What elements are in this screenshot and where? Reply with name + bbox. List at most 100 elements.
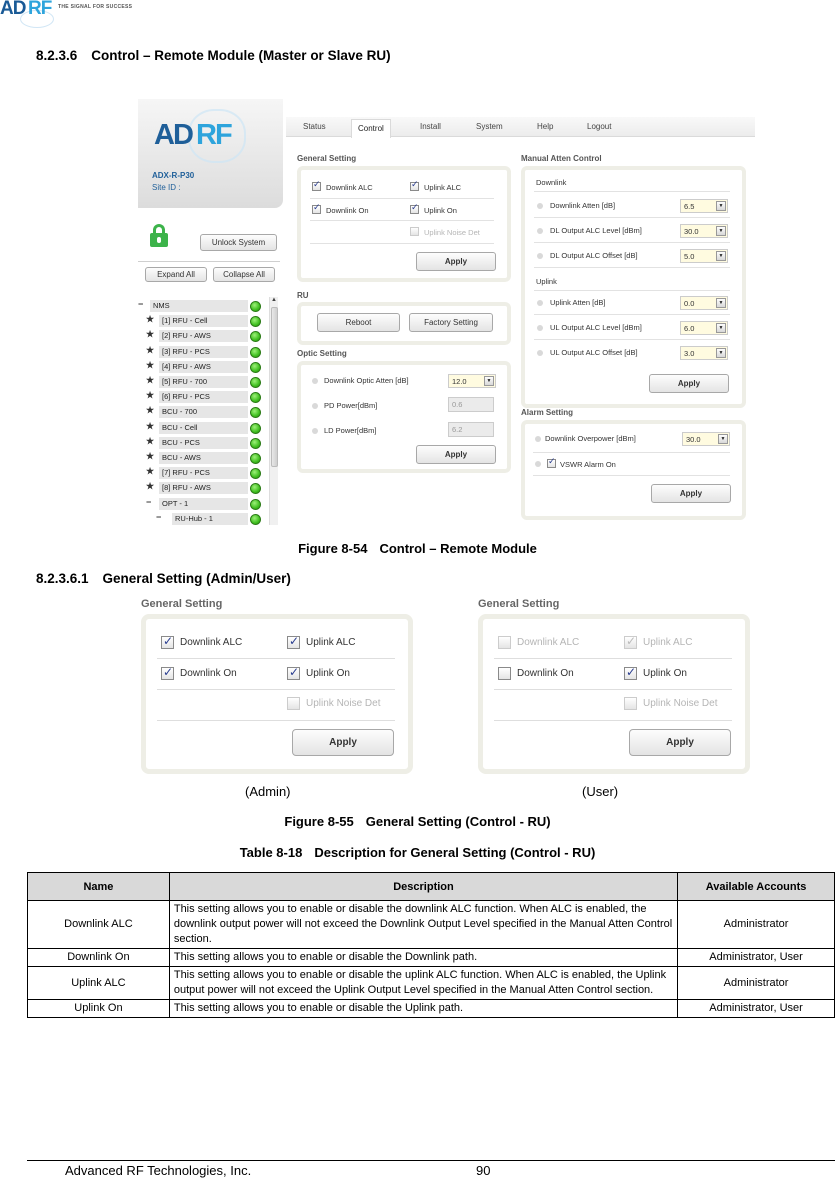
- tree-item[interactable]: ★ [8] RFU - AWS: [138, 481, 278, 496]
- scroll-up-icon[interactable]: ▲: [271, 297, 277, 303]
- atten-select[interactable]: 0.0 ▼: [680, 296, 728, 310]
- tree-item[interactable]: ★ [2] RFU - AWS: [138, 329, 278, 344]
- uplink-on-checkbox[interactable]: [624, 665, 637, 680]
- panel-title: General Setting: [141, 598, 223, 610]
- scrollbar-thumb[interactable]: [271, 307, 278, 467]
- atten-select[interactable]: 6.5 ▼: [680, 199, 728, 213]
- tab-status[interactable]: Status: [303, 122, 326, 131]
- tree-item[interactable]: ★ BCU - 700: [138, 405, 278, 420]
- tree-item[interactable]: ★ [3] RFU - PCS: [138, 345, 278, 359]
- tree-item-label: [3] RFU - PCS: [159, 345, 248, 359]
- section-number: 8.2.3.6: [36, 48, 78, 63]
- logo-tagline: THE SIGNAL FOR SUCCESS: [58, 4, 133, 10]
- tree-item[interactable]: ★ [1] RFU - Cell: [138, 314, 278, 329]
- star-icon[interactable]: ★: [146, 375, 154, 386]
- status-led-icon: [250, 437, 261, 449]
- general-apply-button[interactable]: Apply: [416, 252, 496, 271]
- unlock-system-button[interactable]: Unlock System: [200, 234, 277, 251]
- downlink-alc-checkbox[interactable]: [312, 180, 321, 191]
- star-icon[interactable]: ★: [146, 345, 154, 356]
- tree-item[interactable]: ★ [7] RFU - PCS: [138, 466, 278, 481]
- star-icon[interactable]: ★: [146, 390, 154, 401]
- uplink-on-checkbox[interactable]: [287, 665, 300, 680]
- chevron-down-icon[interactable]: ▼: [716, 298, 726, 308]
- star-icon[interactable]: ★: [146, 436, 154, 447]
- collapse-icon[interactable]: −: [146, 497, 151, 507]
- downlink-alc-checkbox[interactable]: [498, 636, 511, 649]
- dl-optic-atten-select[interactable]: 12.0 ▼: [448, 374, 496, 388]
- collapse-icon[interactable]: −: [138, 299, 143, 309]
- uplink-alc-checkbox[interactable]: [624, 634, 637, 649]
- tree-item[interactable]: − RU-Hub - 1: [138, 512, 278, 526]
- expand-all-button[interactable]: Expand All: [145, 267, 207, 282]
- factory-setting-button[interactable]: Factory Setting: [409, 313, 493, 332]
- chevron-down-icon[interactable]: ▼: [484, 376, 494, 386]
- atten-select[interactable]: 5.0 ▼: [680, 249, 728, 263]
- status-led-icon: [250, 331, 261, 343]
- reboot-button[interactable]: Reboot: [317, 313, 400, 332]
- star-icon[interactable]: ★: [146, 329, 154, 340]
- collapse-icon[interactable]: −: [156, 512, 161, 522]
- tab-control[interactable]: Control: [351, 119, 391, 138]
- tree-item[interactable]: − OPT - 1: [138, 497, 278, 511]
- tree-item[interactable]: ★ [6] RFU - PCS: [138, 390, 278, 405]
- uplink-noise-det-checkbox[interactable]: [410, 227, 419, 236]
- model-name: ADX-R-P30: [152, 171, 195, 180]
- vswr-alarm-checkbox[interactable]: [547, 457, 556, 468]
- star-icon[interactable]: ★: [146, 421, 154, 432]
- uplink-noise-det-checkbox[interactable]: [624, 697, 637, 710]
- dl-overpower-select[interactable]: 30.0 ▼: [682, 432, 730, 446]
- tree-item[interactable]: − NMS: [138, 299, 278, 313]
- tree-item-label: [5] RFU - 700: [159, 376, 248, 389]
- tab-logout[interactable]: Logout: [587, 122, 611, 131]
- star-icon[interactable]: ★: [146, 466, 154, 477]
- tree-item[interactable]: ★ [4] RFU - AWS: [138, 360, 278, 374]
- tree-item-label: [6] RFU - PCS: [159, 391, 248, 405]
- downlink-alc-label: Downlink ALC: [517, 637, 580, 648]
- downlink-on-checkbox[interactable]: [161, 665, 174, 680]
- tab-system[interactable]: System: [476, 122, 503, 131]
- atten-select[interactable]: 30.0 ▼: [680, 224, 728, 238]
- tree-item[interactable]: ★ BCU - Cell: [138, 421, 278, 435]
- star-icon[interactable]: ★: [146, 451, 154, 462]
- star-icon[interactable]: ★: [146, 405, 154, 416]
- chevron-down-icon[interactable]: ▼: [716, 251, 726, 261]
- apply-button[interactable]: Apply: [629, 729, 731, 756]
- star-icon[interactable]: ★: [146, 360, 154, 371]
- tree-item[interactable]: ★ BCU - PCS: [138, 436, 278, 450]
- tree-item[interactable]: ★ [5] RFU - 700: [138, 375, 278, 389]
- chevron-down-icon[interactable]: ▼: [716, 201, 726, 211]
- star-icon[interactable]: ★: [146, 314, 154, 325]
- tree-scrollbar[interactable]: ▲: [269, 297, 278, 525]
- status-led-icon: [250, 453, 261, 464]
- status-led-icon: [250, 498, 261, 510]
- chevron-down-icon[interactable]: ▼: [716, 226, 726, 236]
- tab-help[interactable]: Help: [537, 122, 553, 131]
- tree-item-label: [2] RFU - AWS: [159, 330, 248, 344]
- row-divider: [310, 198, 494, 199]
- collapse-all-button[interactable]: Collapse All: [213, 267, 275, 282]
- star-icon[interactable]: ★: [146, 481, 154, 492]
- chevron-down-icon[interactable]: ▼: [718, 434, 728, 444]
- atten-select[interactable]: 3.0 ▼: [680, 346, 728, 360]
- tree-item-label: BCU - PCS: [159, 436, 248, 450]
- uplink-noise-det-checkbox[interactable]: [287, 697, 300, 710]
- chevron-down-icon[interactable]: ▼: [716, 348, 726, 358]
- table-row: Uplink On This setting allows you to enab…: [27, 999, 835, 1018]
- downlink-on-checkbox[interactable]: [312, 203, 321, 214]
- tab-install[interactable]: Install: [420, 122, 441, 131]
- downlink-on-checkbox[interactable]: [498, 667, 511, 680]
- uplink-alc-checkbox[interactable]: [410, 180, 419, 191]
- manual-atten-apply-button[interactable]: Apply: [649, 374, 729, 393]
- uplink-on-checkbox[interactable]: [410, 203, 419, 214]
- tree-item-label: [1] RFU - Cell: [159, 315, 248, 329]
- uplink-alc-checkbox[interactable]: [287, 634, 300, 649]
- alarm-apply-button[interactable]: Apply: [651, 484, 731, 503]
- chevron-down-icon[interactable]: ▼: [716, 323, 726, 333]
- optic-apply-button[interactable]: Apply: [416, 445, 496, 464]
- bullet-icon: [537, 350, 543, 356]
- atten-select[interactable]: 6.0 ▼: [680, 321, 728, 335]
- tree-item[interactable]: ★ BCU - AWS: [138, 451, 278, 465]
- apply-button[interactable]: Apply: [292, 729, 394, 756]
- downlink-alc-checkbox[interactable]: [161, 634, 174, 649]
